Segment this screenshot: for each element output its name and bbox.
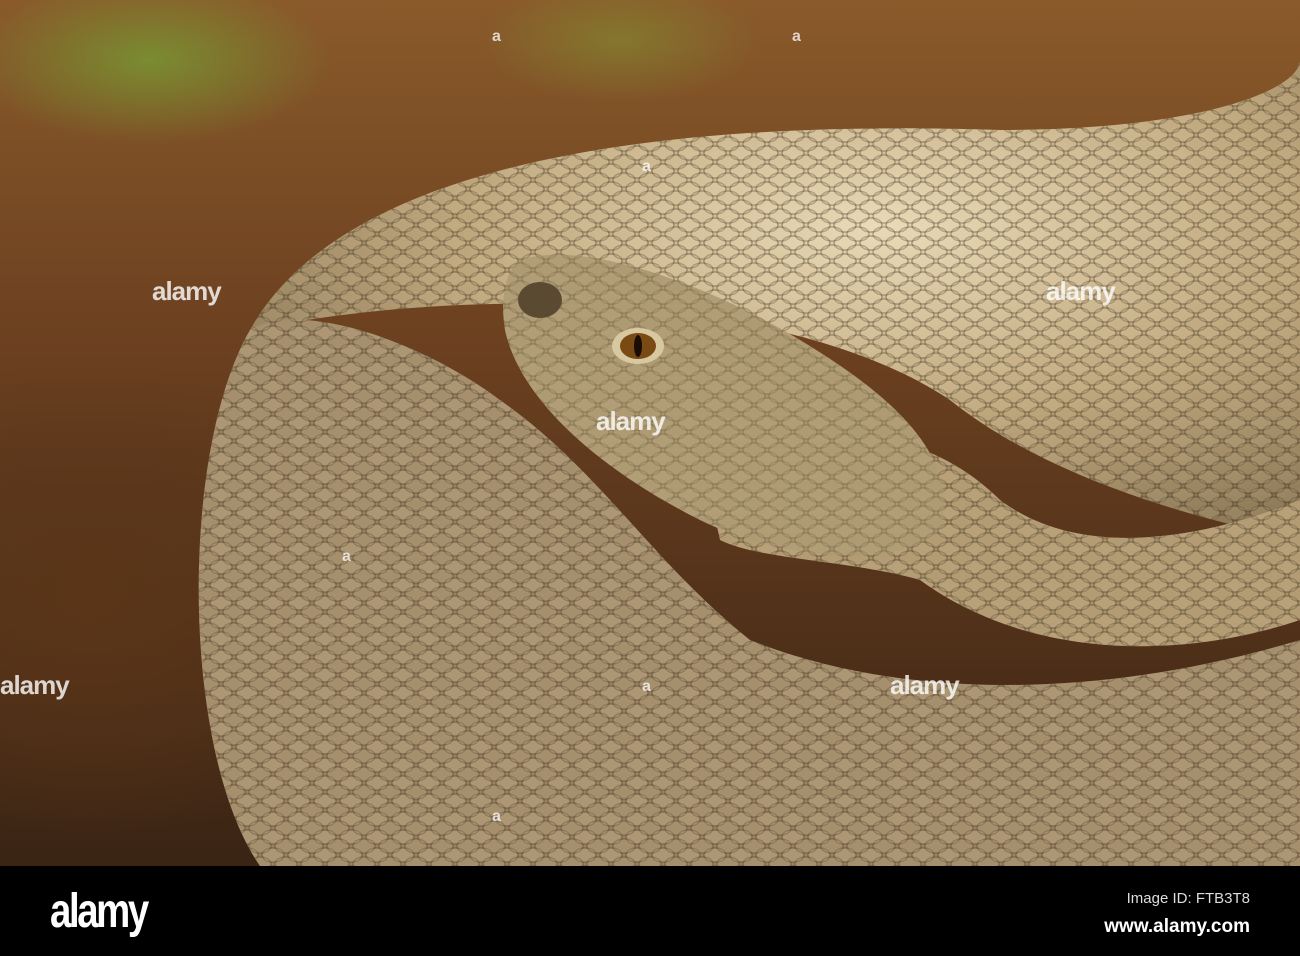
watermark-mark: a [492,28,501,45]
watermark-mark: a [492,808,501,825]
watermark: alamy [1046,276,1116,306]
watermark: alamy [0,670,70,700]
image-id: Image ID: FTB3T8 [1126,890,1250,907]
watermark-mark: a [792,28,801,45]
rattlesnake-photo: alamy alamy alamy alamy alamy a a a a a … [0,0,1300,866]
watermark: alamy [596,406,666,436]
watermark-mark: a [642,678,651,695]
watermark-mark: a [342,548,351,565]
watermark: alamy [890,670,960,700]
nostril [518,282,562,318]
watermark-mark: a [642,158,651,175]
footer-bar: alamy Image ID: FTB3T8 www.alamy.com [0,866,1300,956]
stock-photo: alamy alamy alamy alamy alamy a a a a a … [0,0,1300,956]
alamy-logo: alamy [50,885,149,938]
watermark: alamy [152,276,222,306]
site-url: www.alamy.com [1104,916,1250,937]
